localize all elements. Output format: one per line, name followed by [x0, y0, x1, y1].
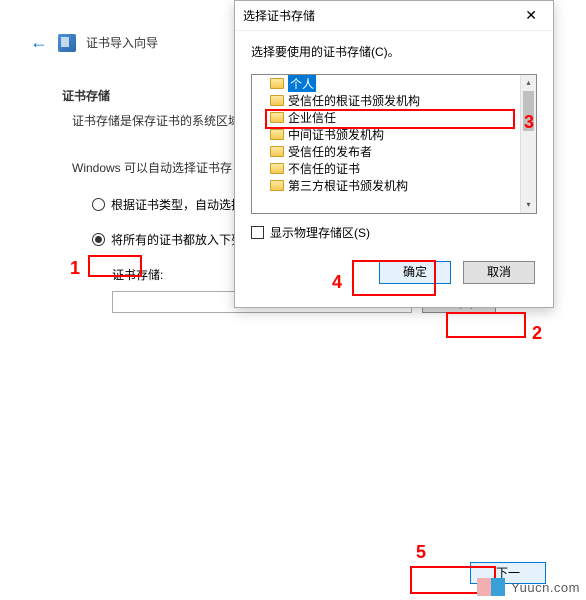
annotation-1: 1	[70, 258, 80, 279]
folder-icon	[270, 180, 284, 191]
tree-item-label: 不信任的证书	[288, 160, 360, 177]
wizard-icon	[58, 34, 76, 52]
cert-store-tree[interactable]: 个人 受信任的根证书颁发机构 企业信任 中间证书颁发机构 受信任的发布者 不信任…	[251, 74, 537, 214]
tree-item-trusted-root[interactable]: 受信任的根证书颁发机构	[252, 92, 536, 109]
folder-icon	[270, 163, 284, 174]
tree-item-label: 受信任的发布者	[288, 143, 372, 160]
dialog-body: 选择要使用的证书存储(C)。 个人 受信任的根证书颁发机构 企业信任 中间证书颁…	[235, 31, 553, 253]
dialog-title: 选择证书存储	[243, 7, 315, 24]
annotation-2: 2	[532, 323, 542, 344]
scroll-down-icon[interactable]: ▾	[521, 197, 536, 213]
show-physical-row[interactable]: 显示物理存储区(S)	[251, 224, 537, 241]
watermark-text: Yuucn.com	[511, 580, 580, 595]
show-physical-label: 显示物理存储区(S)	[270, 224, 370, 241]
watermark-logo	[477, 578, 505, 596]
select-cert-store-dialog: 选择证书存储 ✕ 选择要使用的证书存储(C)。 个人 受信任的根证书颁发机构 企…	[234, 0, 554, 308]
tree-item-label: 第三方根证书颁发机构	[288, 177, 408, 194]
cancel-button[interactable]: 取消	[463, 261, 535, 284]
show-physical-checkbox[interactable]	[251, 226, 264, 239]
dialog-label: 选择要使用的证书存储(C)。	[251, 43, 537, 60]
tree-item-label: 受信任的根证书颁发机构	[288, 92, 420, 109]
tree-item-trusted-publishers[interactable]: 受信任的发布者	[252, 143, 536, 160]
tree-item-personal[interactable]: 个人	[252, 75, 536, 92]
tree-item-label: 企业信任	[288, 109, 336, 126]
tree-item-intermediate[interactable]: 中间证书颁发机构	[252, 126, 536, 143]
close-icon[interactable]: ✕	[517, 7, 545, 24]
annotation-4: 4	[332, 272, 342, 293]
folder-icon	[270, 129, 284, 140]
tree-item-label: 个人	[288, 75, 316, 92]
tree-item-enterprise[interactable]: 企业信任	[252, 109, 536, 126]
folder-icon	[270, 146, 284, 157]
folder-icon	[270, 78, 284, 89]
folder-icon	[270, 112, 284, 123]
folder-icon	[270, 95, 284, 106]
annotation-5: 5	[416, 542, 426, 563]
annotation-3: 3	[524, 112, 534, 133]
ok-button[interactable]: 确定	[379, 261, 451, 284]
dialog-titlebar: 选择证书存储 ✕	[235, 1, 553, 31]
radio-manual[interactable]	[92, 233, 105, 246]
back-arrow-icon[interactable]: ←	[30, 32, 48, 53]
wizard-title: 证书导入向导	[86, 34, 158, 51]
scroll-up-icon[interactable]: ▴	[521, 75, 536, 91]
radio-auto-label: 根据证书类型，自动选择	[111, 196, 243, 213]
radio-manual-label: 将所有的证书都放入下列	[111, 231, 243, 248]
radio-auto[interactable]	[92, 198, 105, 211]
dialog-footer: 确定 取消	[235, 253, 553, 292]
tree-item-third-party[interactable]: 第三方根证书颁发机构	[252, 177, 536, 194]
watermark: Yuucn.com	[477, 578, 580, 596]
tree-scrollbar[interactable]: ▴ ▾	[520, 75, 536, 213]
tree-item-label: 中间证书颁发机构	[288, 126, 384, 143]
tree-item-untrusted[interactable]: 不信任的证书	[252, 160, 536, 177]
